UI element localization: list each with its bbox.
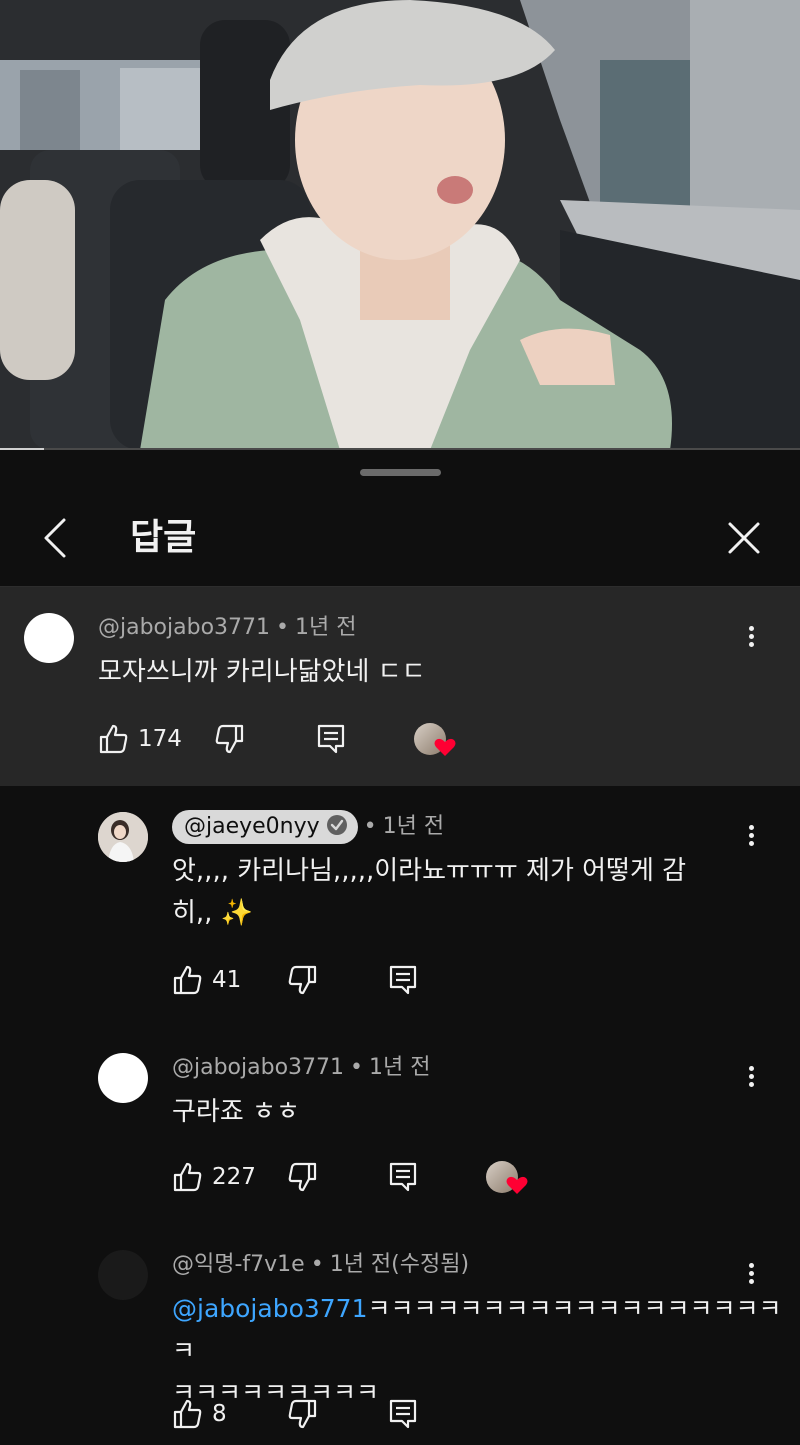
video-player[interactable] <box>0 0 800 450</box>
reply-button[interactable] <box>388 960 418 1000</box>
comment-actions: 41 <box>172 960 752 1000</box>
dislike-button[interactable] <box>213 719 245 759</box>
dislike-button[interactable] <box>286 1394 318 1434</box>
like-button[interactable]: 174 <box>98 719 182 759</box>
comment-text: 구라죠 ㅎㅎ <box>172 1097 300 1127</box>
comment-meta: @jaeye0nyy • 1년 전 <box>172 810 444 844</box>
comment-meta: @jabojabo3771 • 1년 전 <box>98 615 357 640</box>
like-count: 8 <box>212 1401 227 1427</box>
thumbs-down-icon <box>288 1399 317 1429</box>
reply-button[interactable] <box>388 1157 418 1197</box>
more-options-button[interactable] <box>746 1063 756 1093</box>
creator-heart <box>414 719 460 759</box>
more-options-button[interactable] <box>746 822 756 852</box>
avatar-image <box>98 812 148 862</box>
thumbs-up-icon <box>99 724 128 754</box>
creator-heart-icon <box>434 738 456 756</box>
comment-actions: 8 <box>172 1394 752 1434</box>
reply-button[interactable] <box>388 1394 418 1434</box>
thumbs-up-icon <box>173 965 202 995</box>
comment-text: 앗,,,, 카리나님,,,,,이라뇨ㅠㅠㅠ 제가 어떻게 감 히,, ✨ <box>172 850 686 934</box>
comment-meta: @jabojabo3771 • 1년 전 <box>172 1055 431 1080</box>
parent-comment: @jabojabo3771 • 1년 전 모자쓰니까 카리나닮았네 ㄷㄷ 174 <box>0 587 800 786</box>
comment-time: 1년 전 <box>382 814 445 839</box>
replies-panel: 답글 @jabojabo3771 • 1년 전 모자쓰니까 카리나닮았네 ㄷㄷ 17… <box>0 452 800 1445</box>
back-button[interactable] <box>36 514 80 562</box>
chevron-left-icon <box>44 518 66 558</box>
comment-text: 모자쓰니까 카리나닮았네 ㄷㄷ <box>98 657 426 687</box>
thumbs-down-icon <box>215 724 244 754</box>
comment-text-line: @jabojabo3771ㅋㅋㅋㅋㅋㅋㅋㅋㅋㅋㅋㅋㅋㅋㅋㅋㅋㅋㅋ <box>172 1288 800 1372</box>
comment-author[interactable]: @jabojabo3771 <box>98 615 270 640</box>
like-button[interactable]: 227 <box>172 1157 256 1197</box>
reply-comment: @jaeye0nyy • 1년 전 앗,,,, 카리나님,,,,,이라뇨ㅠㅠㅠ 제가… <box>0 786 800 1016</box>
comment-author[interactable]: @jabojabo3771 <box>172 1055 344 1080</box>
creator-heart-icon <box>506 1176 528 1194</box>
reply-button[interactable] <box>316 719 346 759</box>
comment-time: 1년 전(수정됨) <box>329 1252 470 1277</box>
comment-actions: 227 <box>172 1157 752 1197</box>
avatar[interactable] <box>98 812 148 862</box>
comment-meta: @익명-f7v1e • 1년 전(수정됨) <box>172 1252 470 1277</box>
mention-link[interactable]: @jabojabo3771 <box>172 1294 367 1323</box>
panel-header: 답글 <box>0 492 800 587</box>
comment-time: 1년 전 <box>369 1055 431 1080</box>
close-button[interactable] <box>722 516 766 560</box>
close-icon <box>728 522 760 554</box>
like-button[interactable]: 41 <box>172 960 241 1000</box>
thumbs-up-icon <box>173 1162 202 1192</box>
video-progress-fill <box>0 448 44 450</box>
comment-time: 1년 전 <box>295 615 357 640</box>
comment-text-line: 앗,,,, 카리나님,,,,,이라뇨ㅠㅠㅠ 제가 어떻게 감 <box>172 856 687 886</box>
like-button[interactable]: 8 <box>172 1394 227 1434</box>
more-options-button[interactable] <box>746 1260 756 1290</box>
avatar[interactable] <box>98 1250 148 1300</box>
like-count: 227 <box>212 1164 256 1190</box>
reply-comment-icon <box>389 1399 417 1429</box>
creator-heart <box>486 1157 532 1197</box>
thumbs-down-icon <box>288 1162 317 1192</box>
like-count: 41 <box>212 967 242 993</box>
comment-author[interactable]: @익명-f7v1e <box>172 1252 305 1277</box>
more-options-button[interactable] <box>746 623 756 653</box>
panel-title: 답글 <box>130 517 197 558</box>
comment-text-line: 히,, ✨ <box>172 898 254 928</box>
thumbs-down-icon <box>288 965 317 995</box>
creator-author-chip[interactable]: @jaeye0nyy <box>172 810 358 844</box>
comment-author: @jaeye0nyy <box>184 814 320 839</box>
like-count: 174 <box>138 726 182 752</box>
avatar[interactable] <box>24 613 74 663</box>
reply-comment: @익명-f7v1e • 1년 전(수정됨) @jabojabo3771ㅋㅋㅋㅋㅋㅋㅋ… <box>0 1224 800 1445</box>
reply-comment: @jabojabo3771 • 1년 전 구라죠 ㅎㅎ 227 <box>0 1027 800 1227</box>
verified-icon <box>326 815 347 835</box>
thumbs-up-icon <box>173 1399 202 1429</box>
video-frame <box>0 0 800 450</box>
avatar[interactable] <box>98 1053 148 1103</box>
reply-comment-icon <box>389 1162 417 1192</box>
reply-comment-icon <box>389 965 417 995</box>
drag-handle[interactable] <box>360 469 441 476</box>
video-progress-bar[interactable] <box>0 448 800 450</box>
comment-actions: 174 <box>98 719 758 759</box>
reply-comment-icon <box>317 724 345 754</box>
dislike-button[interactable] <box>286 960 318 1000</box>
dislike-button[interactable] <box>286 1157 318 1197</box>
